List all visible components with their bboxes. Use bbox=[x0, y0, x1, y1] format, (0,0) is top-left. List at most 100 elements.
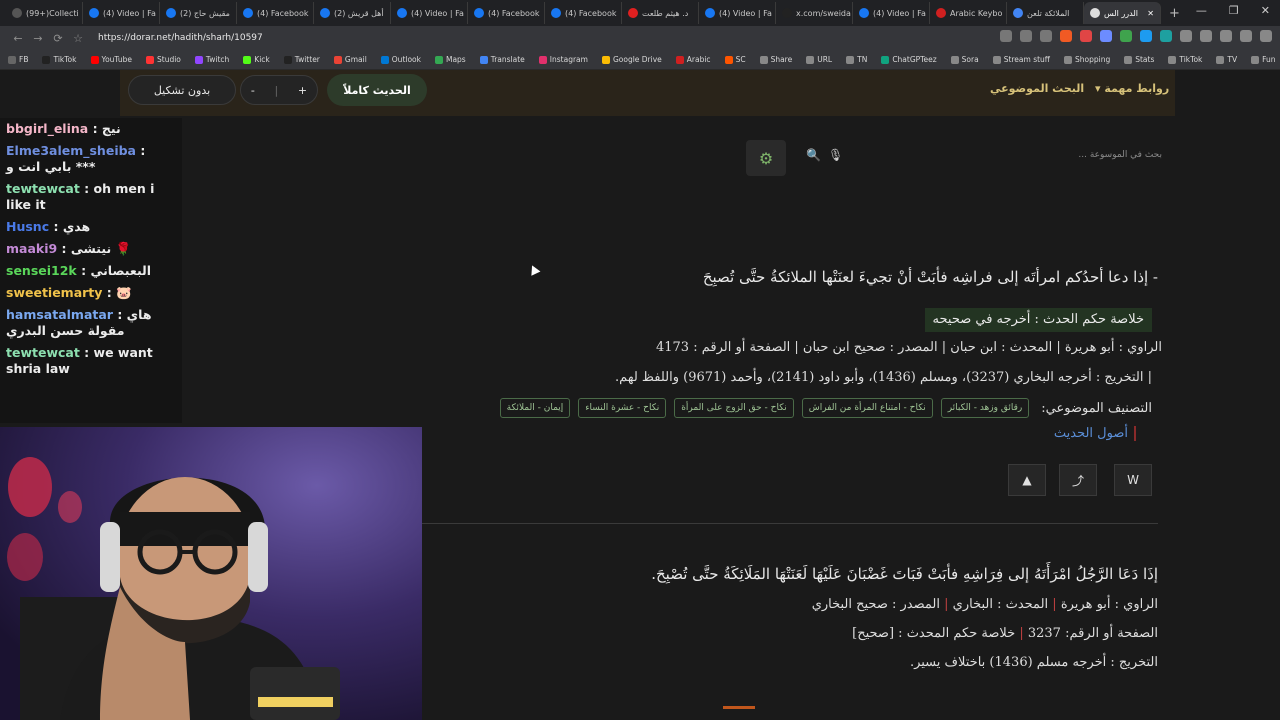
bookmark-item[interactable]: TikTok bbox=[1168, 55, 1202, 64]
narrator: الراوي : أبو هريرة bbox=[1060, 597, 1158, 612]
tab-favicon-icon bbox=[628, 8, 638, 18]
bookmark-item[interactable]: Stream stuff bbox=[992, 55, 1050, 64]
category-chip[interactable]: نكاح - عشرة النساء bbox=[578, 398, 667, 418]
bookmark-item[interactable]: Shopping bbox=[1063, 55, 1110, 64]
close-tab-icon[interactable]: ✕ bbox=[1147, 9, 1154, 18]
extension-icon[interactable] bbox=[1100, 30, 1112, 42]
bookmark-item[interactable]: Share bbox=[759, 55, 792, 64]
category-chip[interactable]: نكاح - حق الزوج على المرأة bbox=[674, 398, 794, 418]
category-chip[interactable]: رقائق وزهد - الكبائر bbox=[940, 398, 1030, 418]
bookmark-item[interactable]: Twitch bbox=[194, 55, 229, 64]
zoom-icon[interactable] bbox=[1020, 30, 1032, 42]
important-links-menu[interactable]: روابط مهمة ▾ bbox=[1095, 82, 1169, 95]
browser-tab[interactable]: Arabic Keybo bbox=[930, 2, 1007, 24]
browser-tab[interactable]: الملائكة تلعن bbox=[1007, 2, 1084, 24]
font-size-control: - | + bbox=[240, 75, 318, 105]
bookmark-label: URL bbox=[817, 55, 833, 64]
mouse-cursor bbox=[527, 263, 541, 276]
webcam-overlay bbox=[0, 427, 422, 720]
bookmark-item[interactable]: Arabic bbox=[675, 55, 711, 64]
browser-tab[interactable]: x.com/sweida bbox=[776, 2, 853, 24]
bookmark-item[interactable]: Twitter bbox=[283, 55, 320, 64]
browser-tab[interactable]: (99+)Collecti bbox=[6, 2, 83, 24]
reload-icon[interactable]: ⟳ bbox=[48, 32, 68, 45]
bookmark-item[interactable]: TN bbox=[846, 55, 867, 64]
share-page-icon[interactable] bbox=[1040, 30, 1052, 42]
bookmark-item[interactable]: YouTube bbox=[90, 55, 133, 64]
chat-separator: : bbox=[135, 143, 146, 158]
browser-tab[interactable]: (4) Video | Fa bbox=[699, 2, 776, 24]
browser-tab[interactable]: د. هيثم طلعت bbox=[622, 2, 699, 24]
browser-tab[interactable]: (4) Video | Fa bbox=[853, 2, 930, 24]
maximize-button[interactable]: ❐ bbox=[1229, 4, 1239, 17]
bookmark-item[interactable]: Sora bbox=[950, 55, 979, 64]
media-icon[interactable] bbox=[1220, 30, 1232, 42]
browser-tab[interactable]: (4) Facebook bbox=[237, 2, 314, 24]
back-icon[interactable]: ← bbox=[8, 32, 28, 45]
url-field[interactable]: https://dorar.net/hadith/sharh/10597 bbox=[98, 33, 263, 43]
browser-tab[interactable]: (4) Facebook bbox=[468, 2, 545, 24]
bookmark-item[interactable]: Translate bbox=[479, 55, 525, 64]
full-hadith-button[interactable]: الحديث كاملاً bbox=[327, 74, 427, 106]
bookmark-item[interactable]: Studio bbox=[146, 55, 181, 64]
category-chip[interactable]: نكاح - امتناع المرأة من الفراش bbox=[801, 398, 933, 418]
report-warning-icon[interactable]: ▲ bbox=[1008, 464, 1046, 496]
bookmark-item[interactable]: SC bbox=[724, 55, 746, 64]
bookmark-item[interactable]: Instagram bbox=[538, 55, 588, 64]
browser-tab[interactable]: (4) Video | Fa bbox=[391, 2, 468, 24]
category-chip[interactable]: إيمان - الملائكة bbox=[499, 398, 571, 418]
bookmark-item[interactable]: Gmail bbox=[333, 55, 367, 64]
browser-tab[interactable]: (2) مقيش حاج bbox=[160, 2, 237, 24]
bookmark-item[interactable]: ChatGPTeez bbox=[881, 55, 937, 64]
new-tab-button[interactable]: + bbox=[1169, 6, 1180, 21]
search-icon[interactable]: 🔍 bbox=[806, 148, 821, 162]
minimize-button[interactable]: — bbox=[1196, 4, 1207, 17]
share-icon[interactable]: ⤴ bbox=[1059, 464, 1097, 496]
font-decrease-button[interactable]: - bbox=[251, 84, 255, 97]
page-number: الصفحة أو الرقم: 3237 bbox=[1027, 626, 1158, 641]
rewards-icon[interactable] bbox=[1080, 30, 1092, 42]
bookmark-item[interactable]: FB bbox=[8, 55, 28, 64]
bookmark-item[interactable]: Google Drive bbox=[601, 55, 662, 64]
extension-icon[interactable] bbox=[1160, 30, 1172, 42]
hadith-origins-link[interactable]: أصول الحديث bbox=[1054, 426, 1136, 441]
browser-tab[interactable]: (4) Facebook bbox=[545, 2, 622, 24]
settings-gear-icon[interactable]: ⚙ bbox=[746, 140, 786, 176]
brave-shield-icon[interactable] bbox=[1060, 30, 1072, 42]
bookmark-item[interactable]: Kick bbox=[243, 55, 270, 64]
bookmark-star-icon[interactable]: ☆ bbox=[68, 32, 88, 45]
extension-icon[interactable] bbox=[1120, 30, 1132, 42]
puzzle-icon[interactable] bbox=[1180, 30, 1192, 42]
close-window-button[interactable]: ✕ bbox=[1261, 4, 1270, 17]
bookmark-item[interactable]: Outlook bbox=[380, 55, 421, 64]
bookmark-item[interactable]: Stats bbox=[1124, 55, 1154, 64]
bookmark-favicon-icon bbox=[950, 55, 959, 64]
browser-tab[interactable]: الدرر الس ✕ bbox=[1084, 2, 1161, 24]
sidebar-icon[interactable] bbox=[1200, 30, 1212, 42]
bookmark-item[interactable]: TikTok bbox=[42, 55, 77, 64]
extension-icons bbox=[1000, 30, 1272, 42]
bookmark-item[interactable]: Maps bbox=[434, 55, 466, 64]
microphone-icon[interactable]: 🎙 bbox=[828, 148, 843, 162]
bookmark-label: YouTube bbox=[101, 55, 133, 64]
bookmark-label: SC bbox=[735, 55, 746, 64]
browser-tab[interactable]: (4) Video | Fa bbox=[83, 2, 160, 24]
topic-search-link[interactable]: البحث الموضوعي bbox=[990, 82, 1084, 95]
extension-icon[interactable] bbox=[1140, 30, 1152, 42]
font-increase-button[interactable]: + bbox=[298, 84, 307, 97]
bookmark-item[interactable]: Fun bbox=[1251, 55, 1276, 64]
translate-ext-icon[interactable] bbox=[1000, 30, 1012, 42]
bookmark-favicon-icon bbox=[1063, 55, 1072, 64]
browser-tab[interactable]: (2) أهل قريش bbox=[314, 2, 391, 24]
tab-title: د. هيثم طلعت bbox=[642, 8, 689, 18]
chat-username: maaki9 bbox=[6, 241, 58, 256]
no-diacritics-button[interactable]: بدون تشكيل bbox=[128, 75, 236, 105]
wallet-icon[interactable] bbox=[1240, 30, 1252, 42]
bookmark-item[interactable]: TV bbox=[1216, 55, 1237, 64]
menu-icon[interactable] bbox=[1260, 30, 1272, 42]
word-export-icon[interactable]: W bbox=[1114, 464, 1152, 496]
bookmark-favicon-icon bbox=[724, 55, 733, 64]
forward-icon[interactable]: → bbox=[28, 32, 48, 45]
bookmark-item[interactable]: URL bbox=[806, 55, 832, 64]
search-input[interactable]: بحث في الموسوعة ... bbox=[1078, 150, 1162, 160]
